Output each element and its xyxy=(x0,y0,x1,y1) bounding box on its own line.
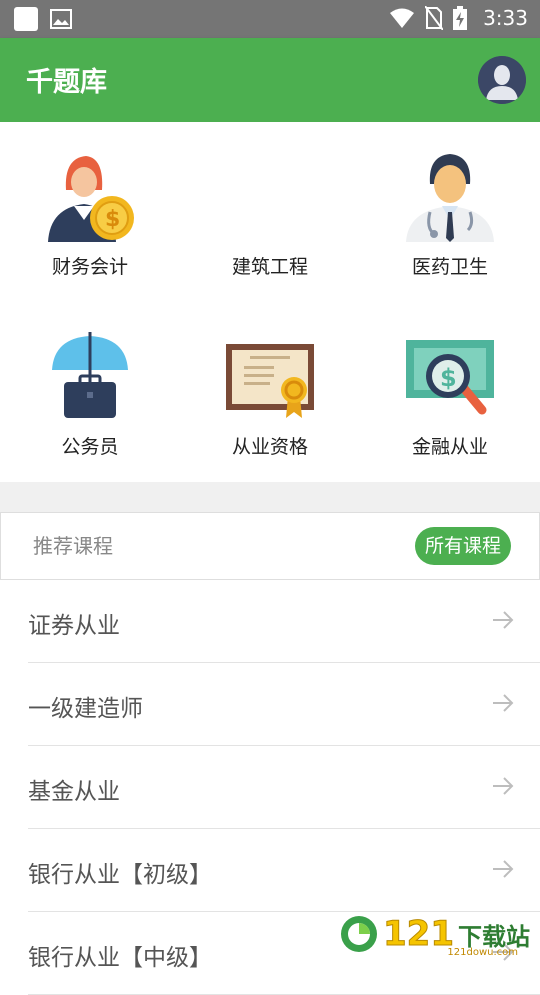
section-divider xyxy=(0,482,540,512)
category-medical[interactable]: 医药卫生 xyxy=(360,122,540,302)
status-time: 3:33 xyxy=(483,6,528,30)
notification-icon xyxy=(14,7,38,31)
category-label: 医药卫生 xyxy=(411,256,488,278)
category-finance[interactable]: $ 金融从业 xyxy=(360,302,540,482)
recommend-header: 推荐课程 所有课程 xyxy=(0,512,540,580)
arrow-right-icon xyxy=(493,777,514,795)
image-icon xyxy=(50,9,72,29)
category-construction[interactable]: 建筑工程 xyxy=(180,122,360,302)
app-title: 千题库 xyxy=(26,67,107,98)
battery-charging-icon xyxy=(453,6,468,30)
recommend-title: 推荐课程 xyxy=(33,534,113,558)
watermark-subtext: 121dowu.com xyxy=(447,947,518,958)
course-label: 证券从业 xyxy=(28,613,120,639)
course-label: 一级建造师 xyxy=(28,696,143,722)
accountant-icon: $ xyxy=(48,156,134,242)
certificate-icon xyxy=(226,344,314,418)
category-civil-servant[interactable]: 公务员 xyxy=(0,302,180,482)
list-item[interactable]: 银行从业【初级】 xyxy=(28,829,540,912)
category-label: 从业资格 xyxy=(231,436,308,458)
app-bar: 千题库 xyxy=(0,38,540,122)
category-grid: $ 财务会计 建筑工程 医药卫生 公务员 从业资格 $ 金融从业 xyxy=(0,122,540,482)
category-finance-accounting[interactable]: $ 财务会计 xyxy=(0,122,180,302)
category-label: 建筑工程 xyxy=(231,256,308,278)
course-label: 基金从业 xyxy=(28,779,120,805)
list-item[interactable]: 基金从业 xyxy=(28,746,540,829)
svg-text:$: $ xyxy=(105,207,120,232)
category-label: 金融从业 xyxy=(411,436,488,458)
category-qualification[interactable]: 从业资格 xyxy=(180,302,360,482)
briefcase-umbrella-icon xyxy=(52,332,128,418)
watermark-logo-icon xyxy=(341,916,378,952)
avatar[interactable] xyxy=(478,56,526,104)
list-item[interactable]: 证券从业 xyxy=(28,580,540,663)
arrow-right-icon xyxy=(493,611,514,629)
construction-icon xyxy=(224,150,316,242)
arrow-right-icon xyxy=(493,694,514,712)
all-courses-button[interactable]: 所有课程 xyxy=(414,527,511,565)
doctor-icon xyxy=(406,154,494,242)
category-label: 财务会计 xyxy=(51,256,128,278)
money-search-icon: $ xyxy=(406,340,494,415)
status-bar: 3:33 xyxy=(0,0,540,38)
svg-text:$: $ xyxy=(440,364,457,392)
course-label: 银行从业【中级】 xyxy=(28,945,212,971)
no-sim-icon xyxy=(425,6,444,30)
watermark-number: 121 xyxy=(383,914,455,955)
user-avatar-icon xyxy=(478,56,526,104)
course-label: 银行从业【初级】 xyxy=(28,862,212,888)
category-label: 公务员 xyxy=(61,436,119,458)
list-item[interactable]: 一级建造师 xyxy=(28,663,540,746)
arrow-right-icon xyxy=(493,860,514,878)
wifi-icon xyxy=(390,8,415,28)
